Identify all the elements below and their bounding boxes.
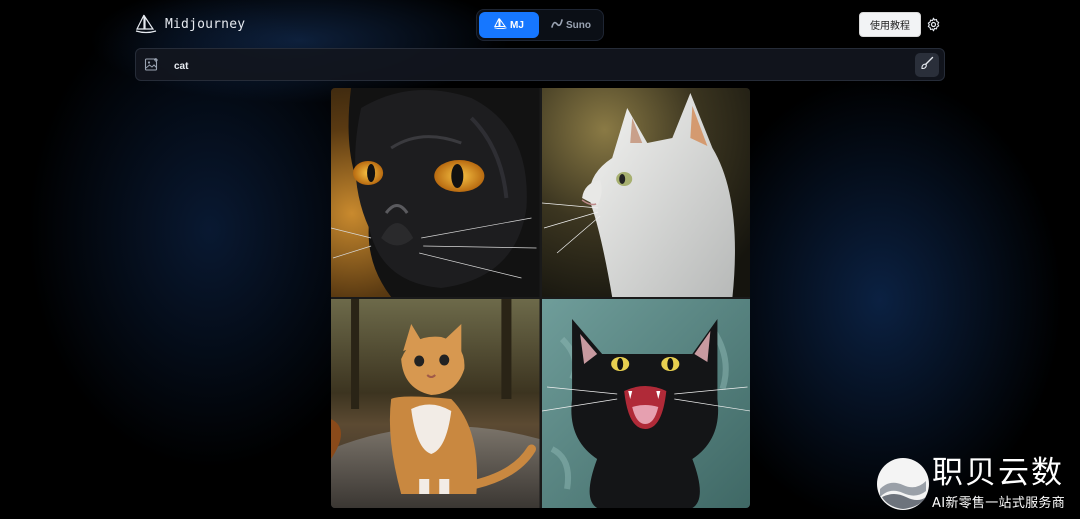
image-upload-icon[interactable] (144, 57, 160, 73)
brand-logo-icon (876, 457, 930, 511)
generated-image-4[interactable] (541, 299, 750, 508)
app-logo[interactable]: Midjourney (135, 14, 245, 34)
tab-suno-label: Suno (566, 19, 591, 31)
settings-gear-icon[interactable] (924, 15, 942, 33)
generated-image-2[interactable] (541, 88, 750, 297)
sailboat-icon (135, 14, 157, 34)
sailboat-icon (494, 17, 507, 32)
tutorial-button[interactable]: 使用教程 (859, 12, 921, 37)
prompt-bar (135, 48, 945, 81)
brand-watermark: 职贝云数 AI新零售一站式服务商 (874, 455, 1080, 519)
generated-image-1[interactable] (331, 88, 540, 297)
tab-mj-label: MJ (510, 19, 524, 31)
model-switcher: MJ Suno (476, 9, 604, 41)
prompt-input[interactable] (172, 55, 916, 77)
brand-title: 职贝云数 (932, 455, 1064, 491)
suno-wave-icon (551, 18, 563, 32)
image-grid (331, 88, 750, 508)
tab-suno[interactable]: Suno (541, 12, 601, 38)
generated-image-3[interactable] (331, 299, 540, 508)
app-name: Midjourney (165, 16, 246, 32)
brand-subtitle: AI新零售一站式服务商 (932, 496, 1066, 511)
generate-brush-button[interactable] (915, 53, 939, 77)
brush-icon (920, 56, 934, 75)
tab-mj[interactable]: MJ (479, 12, 539, 38)
